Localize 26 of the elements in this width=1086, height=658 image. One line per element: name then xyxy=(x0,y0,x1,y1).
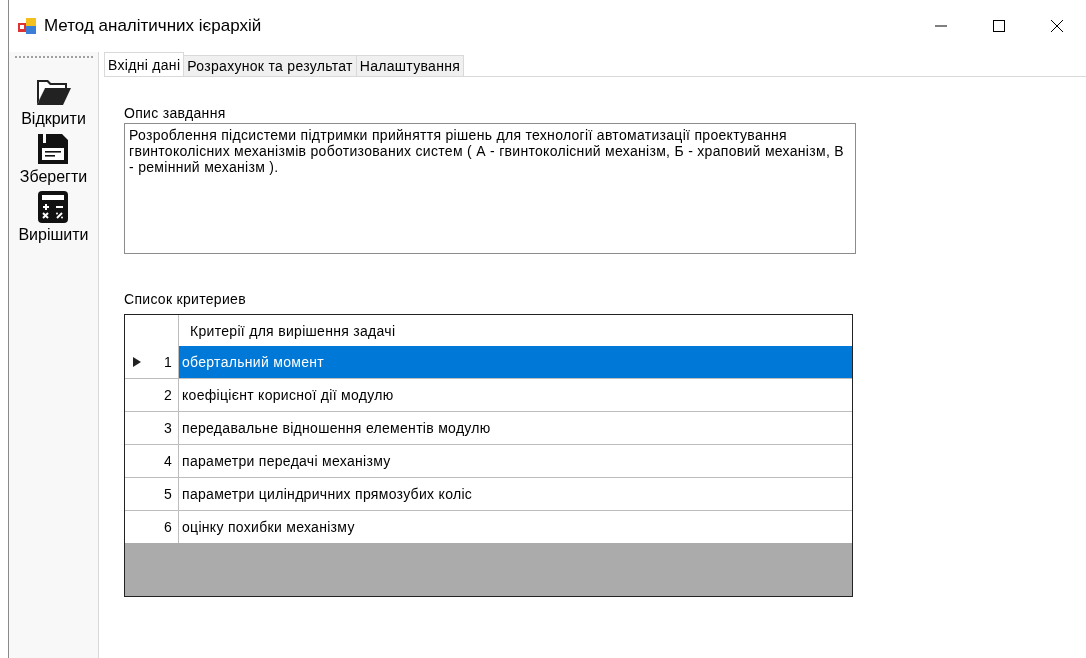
tab[interactable]: Налаштування xyxy=(355,55,465,76)
table-cell[interactable]: оцінку похибки механізму xyxy=(179,511,852,543)
window-title: Метод аналітичних ієрархій xyxy=(44,16,263,36)
table-cell[interactable]: параметри циліндричних прямозубих коліс xyxy=(179,478,852,510)
close-icon xyxy=(1050,19,1064,33)
maximize-icon xyxy=(992,19,1006,33)
tab[interactable]: Розрахунок та результат xyxy=(183,55,357,76)
criteria-label: Список критериев xyxy=(124,291,247,307)
row-number: 1 xyxy=(163,354,172,370)
table-cell[interactable]: обертальний момент xyxy=(179,346,852,378)
row-number: 2 xyxy=(163,387,172,403)
current-row-icon xyxy=(133,357,141,367)
solve-button[interactable]: Вирішити xyxy=(18,188,89,244)
table-cell[interactable]: параметри передачі механізму xyxy=(179,445,852,477)
row-number: 3 xyxy=(163,420,172,436)
save-button[interactable]: Зберегти xyxy=(19,130,88,186)
tab[interactable]: Вхідні дані xyxy=(104,52,185,76)
table-cell[interactable]: коефіцієнт корисної дії модулю xyxy=(179,379,852,411)
open-button[interactable]: Відкрити xyxy=(21,72,86,128)
description-field[interactable]: Розроблення підсистеми підтримки прийняття рішень для технології автоматизації проектування гвинтоколісних механізмів роботизованих систем ( А - гвинтоколісний механізм, Б - храповий механізм, В - ремінний механізм ). xyxy=(124,123,856,254)
description-label: Опис завдання xyxy=(124,105,227,121)
table-cell[interactable]: передавальне відношення елементів модулю xyxy=(179,412,852,444)
row-number: 5 xyxy=(163,486,172,502)
row-number: 6 xyxy=(163,519,172,535)
app-icon xyxy=(18,17,38,35)
row-number: 4 xyxy=(163,453,172,469)
